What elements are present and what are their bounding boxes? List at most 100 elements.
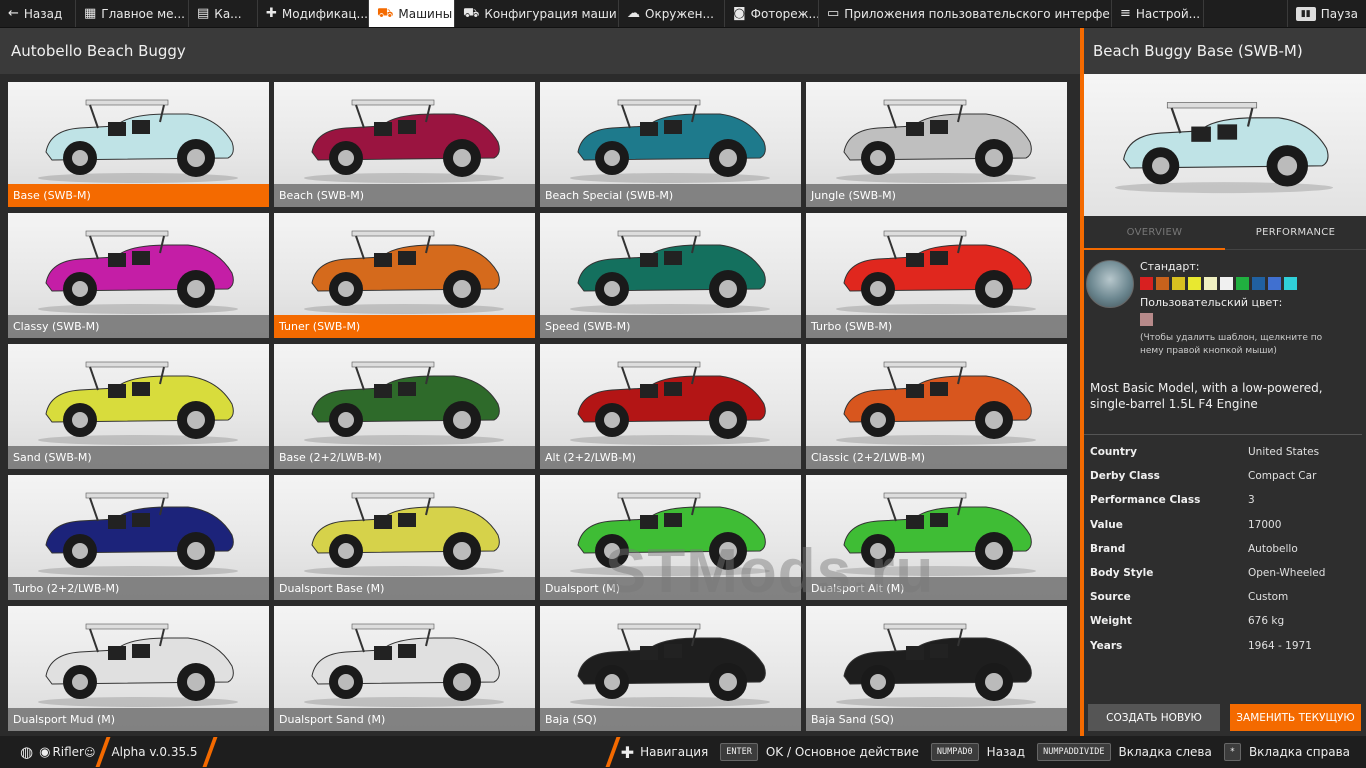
camera-icon: ◙ [733, 6, 746, 21]
tab-vehicles[interactable]: ⛟ Машины [369, 0, 455, 27]
property-value: 3 [1248, 494, 1255, 507]
tab-map[interactable]: ▤ Ка... [189, 0, 258, 27]
config-tile[interactable]: Speed (SWB-M) [540, 213, 801, 338]
create-new-button[interactable]: СОЗДАТЬ НОВУЮ [1088, 704, 1220, 731]
steam-icon: ◉ [39, 744, 51, 760]
hint-label: Вкладка справа [1248, 745, 1350, 759]
config-tile[interactable]: Dualsport (M) [540, 475, 801, 600]
config-label: Dualsport (M) [540, 577, 801, 600]
key-badge: ENTER [720, 743, 758, 761]
config-tile[interactable]: Turbo (SWB-M) [806, 213, 1067, 338]
back-button[interactable]: ← Назад [0, 0, 76, 27]
config-tile[interactable]: Dualsport Alt (M) [806, 475, 1067, 600]
buggy-illustration [570, 361, 770, 445]
keyboard-key-icon: ▮▮ [1295, 6, 1316, 21]
replace-current-button[interactable]: ЗАМЕНИТЬ ТЕКУЩУЮ [1230, 704, 1361, 731]
pause-button[interactable]: ▮▮ Пауза [1286, 0, 1366, 27]
hint-enter: ENTER OK / Основное действие [720, 743, 919, 761]
puzzle-icon: ✚ [266, 6, 277, 21]
property-row: Derby Class Compact Car [1090, 464, 1366, 488]
tab-overview[interactable]: OVERVIEW [1084, 216, 1225, 250]
paint-swatch[interactable] [1156, 277, 1169, 290]
buggy-illustration [38, 623, 238, 707]
configuration-grid: Base (SWB-M) Beach (SWB-M) Beach Special (… [8, 82, 1070, 731]
buggy-illustration [1114, 102, 1334, 194]
config-label: Classy (SWB-M) [8, 315, 269, 338]
paint-swatch[interactable] [1220, 277, 1233, 290]
buggy-illustration [304, 230, 504, 314]
paint-swatch[interactable] [1252, 277, 1265, 290]
config-tile[interactable]: Classy (SWB-M) [8, 213, 269, 338]
paint-swatch[interactable] [1172, 277, 1185, 290]
config-tile[interactable]: Alt (2+2/LWB-M) [540, 344, 801, 469]
hint-back: NUMPAD0 Назад [930, 743, 1025, 761]
window-icon: ▭ [827, 6, 840, 21]
vehicle-description: Most Basic Model, with a low-powered, si… [1090, 381, 1323, 411]
config-tile[interactable]: Base (SWB-M) [8, 82, 269, 207]
property-key: Body Style [1090, 567, 1154, 580]
tab-settings[interactable]: ≡ Настрой... [1112, 0, 1204, 27]
property-key: Years [1090, 639, 1123, 652]
property-value: 17000 [1248, 518, 1282, 531]
detail-tabs: OVERVIEW PERFORMANCE [1084, 216, 1366, 250]
detail-title-bar: Beach Buggy Base (SWB-M) [1084, 28, 1366, 74]
key-badge: NUMPAD0 [930, 743, 979, 761]
property-row: Body Style Open-Wheeled [1090, 561, 1366, 585]
sliders-icon: ≡ [1120, 6, 1131, 21]
buggy-illustration [836, 492, 1036, 576]
bottom-status-bar: ◍ ◉ Rifler ☺ Alpha v.0.35.5 ✚ Навигация … [0, 736, 1366, 768]
hint-navigation: ✚ Навигация [621, 743, 709, 762]
paint-swatch[interactable] [1140, 277, 1153, 290]
tab-mods[interactable]: ✚ Модификац... [258, 0, 369, 27]
pause-label: Пауза [1320, 6, 1358, 21]
tab-photo-mode[interactable]: ◙ Фотореж... [725, 0, 819, 27]
config-label: Beach (SWB-M) [274, 184, 535, 207]
tab-label: Приложения пользовательского интерфе... [844, 6, 1112, 21]
globe-icon[interactable]: ◍ [20, 743, 33, 761]
config-tile[interactable]: Baja Sand (SQ) [806, 606, 1067, 731]
property-value: United States [1248, 446, 1320, 459]
paint-info: Стандарт: Пользовательский цвет: (Чтобы … [1140, 260, 1330, 358]
config-tile[interactable]: Base (2+2/LWB-M) [274, 344, 535, 469]
model-header: Autobello Beach Buggy [0, 28, 1080, 74]
dpad-icon: ✚ [620, 742, 635, 762]
config-label: Dualsport Base (M) [274, 577, 535, 600]
config-tile[interactable]: Dualsport Base (M) [274, 475, 535, 600]
config-tile[interactable]: Jungle (SWB-M) [806, 82, 1067, 207]
property-value: Autobello [1248, 542, 1298, 555]
tab-performance[interactable]: PERFORMANCE [1225, 227, 1366, 238]
custom-paint-swatch[interactable] [1140, 313, 1153, 326]
paint-swatch[interactable] [1284, 277, 1297, 290]
property-key: Performance Class [1090, 494, 1201, 507]
config-tile[interactable]: Dualsport Mud (M) [8, 606, 269, 731]
paint-swatch[interactable] [1236, 277, 1249, 290]
tab-vehicle-config[interactable]: ⛟ Конфигурация маши... [455, 0, 619, 27]
config-label: Dualsport Sand (M) [274, 708, 535, 731]
detail-preview-image [1084, 74, 1366, 216]
property-key: Value [1090, 518, 1123, 531]
config-tile[interactable]: Classic (2+2/LWB-M) [806, 344, 1067, 469]
property-key: Brand [1090, 542, 1126, 555]
config-tile[interactable]: Tuner (SWB-M) [274, 213, 535, 338]
standard-paint-swatches [1140, 277, 1330, 290]
config-tile[interactable]: Beach (SWB-M) [274, 82, 535, 207]
paint-swatch[interactable] [1204, 277, 1217, 290]
property-row: Years 1964 - 1971 [1090, 634, 1366, 658]
config-tile[interactable]: Sand (SWB-M) [8, 344, 269, 469]
tab-ui-apps[interactable]: ▭ Приложения пользовательского интерфе..… [819, 0, 1112, 27]
config-label: Baja (SQ) [540, 708, 801, 731]
tab-environment[interactable]: ☁ Окружен... [619, 0, 725, 27]
tab-main-menu[interactable]: ▦ Главное ме... [76, 0, 189, 27]
config-tile[interactable]: Dualsport Sand (M) [274, 606, 535, 731]
paint-thumbnail[interactable] [1086, 260, 1134, 308]
config-label: Classic (2+2/LWB-M) [806, 446, 1067, 469]
config-tile[interactable]: Baja (SQ) [540, 606, 801, 731]
paint-swatch[interactable] [1268, 277, 1281, 290]
config-tile[interactable]: Beach Special (SWB-M) [540, 82, 801, 207]
hint-label: Вкладка слева [1118, 745, 1212, 759]
paint-swatch[interactable] [1188, 277, 1201, 290]
config-tile[interactable]: Turbo (2+2/LWB-M) [8, 475, 269, 600]
config-label: Tuner (SWB-M) [274, 315, 535, 338]
divider-slash [202, 737, 218, 767]
config-label: Base (SWB-M) [8, 184, 269, 207]
